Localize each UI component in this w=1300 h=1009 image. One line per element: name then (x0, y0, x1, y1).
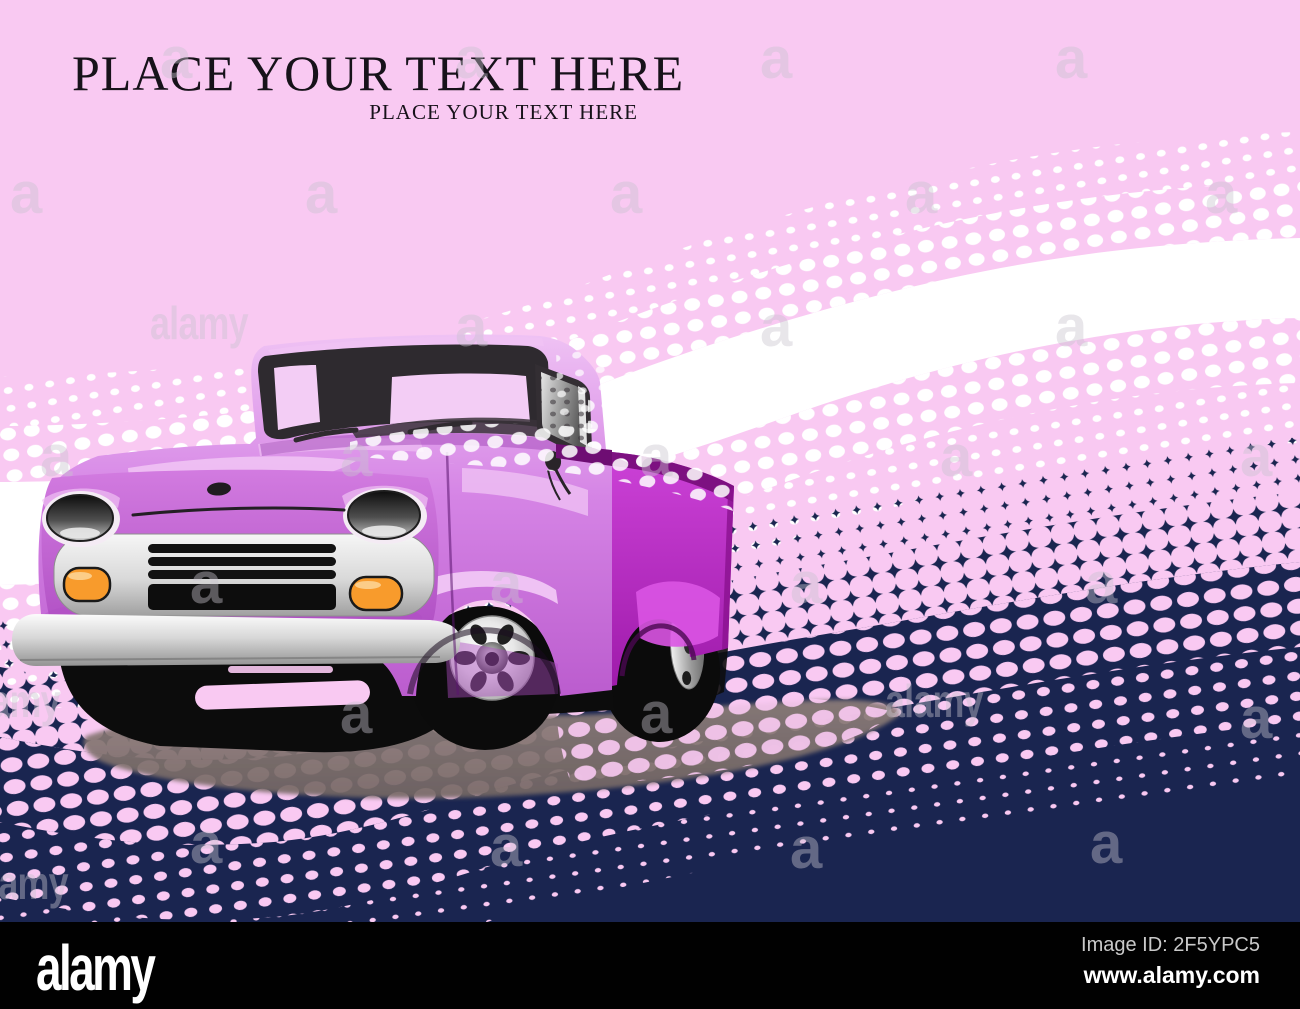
footer-bar: alamy Image ID: 2F5YPC5 www.alamy.com (0, 922, 1300, 1009)
image-id-text: Image ID: 2F5YPC5 (1081, 934, 1260, 956)
alamy-url-text: www.alamy.com (1083, 962, 1260, 988)
stock-image-page: PLACE YOUR TEXT HERE PLACE YOUR TEXT HER… (0, 0, 1300, 1009)
illustration-canvas (0, 0, 1300, 1009)
alamy-logo: alamy (36, 933, 156, 1004)
page-subtitle: PLACE YOUR TEXT HERE (369, 100, 638, 124)
front-bumper (12, 614, 461, 666)
page-title: PLACE YOUR TEXT HERE (72, 45, 685, 101)
